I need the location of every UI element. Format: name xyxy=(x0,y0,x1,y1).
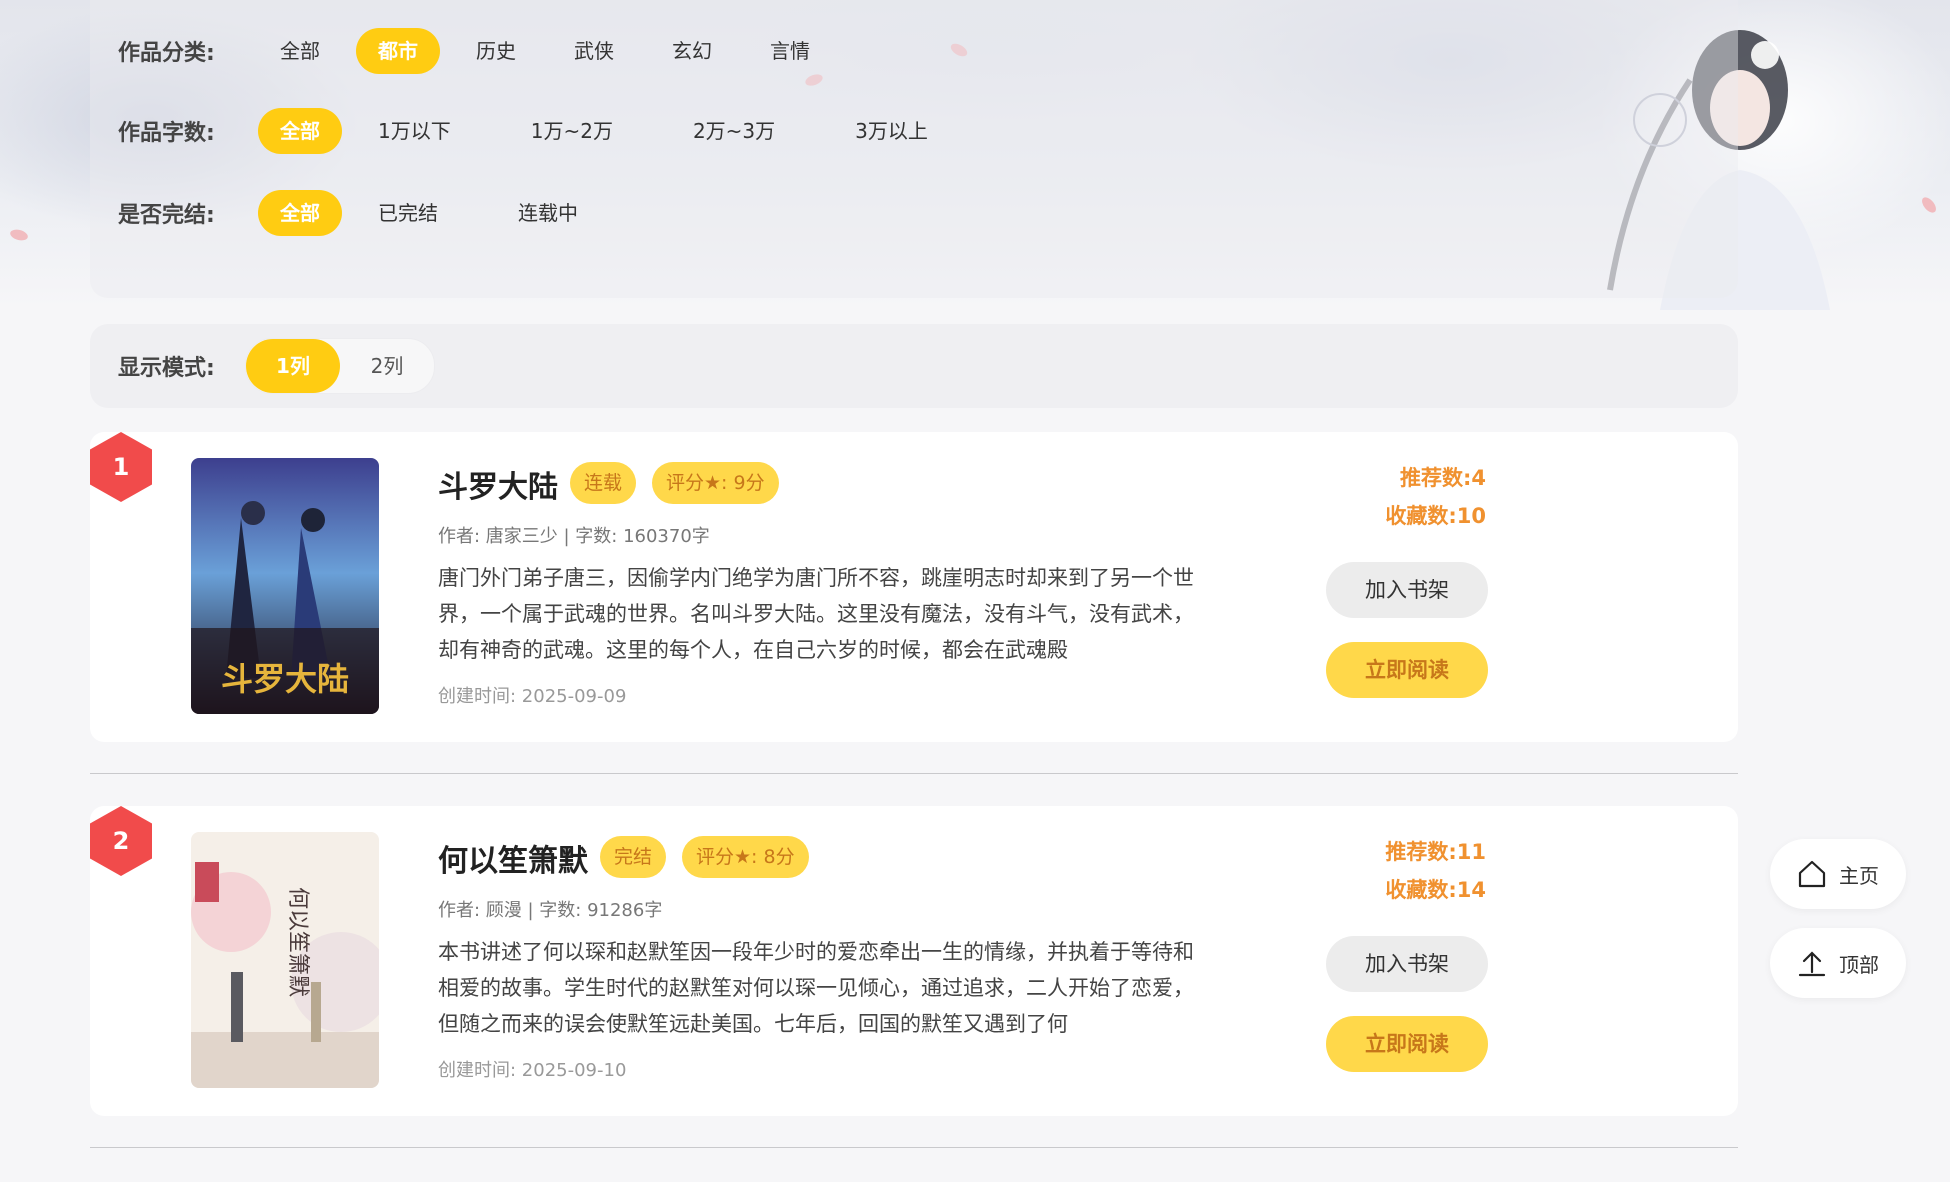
status-tag: 完结 xyxy=(600,836,667,878)
add-to-shelf-button[interactable]: 加入书架 xyxy=(1326,936,1488,992)
rank-badge: 2 xyxy=(90,806,152,876)
filter-chip-words-under-10k[interactable]: 1万以下 xyxy=(356,108,473,154)
float-home-button[interactable]: 主页 xyxy=(1770,839,1906,909)
filter-panel: 作品分类: 全部 都市 历史 武侠 玄幻 言情 作品字数: 全部 1万以下 1万… xyxy=(90,0,1738,298)
created-time: 创建时间: 2025-09-10 xyxy=(438,1060,627,1081)
filter-chip-category-history[interactable]: 历史 xyxy=(454,28,538,74)
add-to-shelf-button[interactable]: 加入书架 xyxy=(1326,562,1488,618)
filter-label-finished: 是否完结: xyxy=(118,203,215,228)
book-description: 唐门外门弟子唐三，因偷学内门绝学为唐门所不容，跳崖明志时却来到了另一个世界，一个… xyxy=(438,566,1194,662)
filter-chip-category-fantasy[interactable]: 玄幻 xyxy=(650,28,734,74)
recommend-count: 推荐数:11 xyxy=(1385,840,1486,864)
filter-chip-finished-done[interactable]: 已完结 xyxy=(356,190,460,236)
favorite-count: 收藏数:14 xyxy=(1385,878,1486,902)
book-cover-image: 斗罗大陆 xyxy=(191,458,379,714)
filter-chip-category-urban[interactable]: 都市 xyxy=(356,28,440,74)
filter-chip-category-romance[interactable]: 言情 xyxy=(748,28,832,74)
filter-row-category: 作品分类: 全部 都市 历史 武侠 玄幻 言情 xyxy=(118,28,846,74)
float-top-button[interactable]: 顶部 xyxy=(1770,928,1906,998)
book-cover-title: 斗罗大陆 xyxy=(221,661,349,697)
status-tag: 连载 xyxy=(570,462,637,504)
divider xyxy=(90,1147,1738,1148)
score-tag: 评分★: 8分 xyxy=(682,836,809,878)
home-icon xyxy=(1798,860,1826,888)
book-title[interactable]: 何以笙箫默 xyxy=(438,836,588,880)
arrow-up-icon xyxy=(1798,951,1826,977)
display-mode-toggle: 1列 2列 xyxy=(245,338,435,394)
filter-chip-finished-all[interactable]: 全部 xyxy=(258,190,342,236)
book-card[interactable]: 1 斗罗大陆 斗罗大陆 连载 评分★: 9分 作者: 唐家三少 | 字数: 16… xyxy=(90,432,1738,742)
float-home-label: 主页 xyxy=(1839,863,1879,888)
filter-chip-finished-ongoing[interactable]: 连载中 xyxy=(496,190,600,236)
book-title[interactable]: 斗罗大陆 xyxy=(438,462,558,506)
display-mode-1-column[interactable]: 1列 xyxy=(246,339,340,393)
recommend-count: 推荐数:4 xyxy=(1399,466,1486,490)
petal-decoration xyxy=(1919,194,1939,216)
filter-label-word-count: 作品字数: xyxy=(118,121,215,146)
book-cover[interactable]: 斗罗大陆 xyxy=(191,458,379,714)
display-mode-2-column[interactable]: 2列 xyxy=(340,339,434,393)
read-now-button[interactable]: 立即阅读 xyxy=(1326,642,1488,698)
book-card[interactable]: 2 何以笙箫默 何以笙箫默 完结 评分★: 8分 作者: 顾漫 | 字数: 91… xyxy=(90,806,1738,1116)
divider xyxy=(90,773,1738,774)
book-description: 本书讲述了何以琛和赵默笙因一段年少时的爱恋牵出一生的情缘，并执着于等待和相爱的故… xyxy=(438,940,1194,1036)
rank-badge: 1 xyxy=(90,432,152,502)
book-meta: 作者: 顾漫 | 字数: 91286字 xyxy=(438,900,663,921)
petal-decoration xyxy=(9,227,29,243)
filter-label-category: 作品分类: xyxy=(118,41,215,66)
book-cover[interactable]: 何以笙箫默 xyxy=(191,832,379,1088)
filter-row-word-count: 作品字数: 全部 1万以下 1万~2万 2万~3万 3万以上 xyxy=(118,108,964,154)
score-tag: 评分★: 9分 xyxy=(652,462,779,504)
book-cover-image: 何以笙箫默 xyxy=(191,832,379,1088)
read-now-button[interactable]: 立即阅读 xyxy=(1326,1016,1488,1072)
display-mode-label: 显示模式: xyxy=(118,356,215,381)
filter-row-finished: 是否完结: 全部 已完结 连载中 xyxy=(118,190,614,236)
book-meta: 作者: 唐家三少 | 字数: 160370字 xyxy=(438,526,710,547)
filter-chip-category-all[interactable]: 全部 xyxy=(258,28,342,74)
book-cover-title: 何以笙箫默 xyxy=(286,887,311,997)
filter-chip-words-10k-20k[interactable]: 1万~2万 xyxy=(509,108,635,154)
favorite-count: 收藏数:10 xyxy=(1385,504,1486,528)
filter-chip-words-20k-30k[interactable]: 2万~3万 xyxy=(671,108,797,154)
filter-chip-category-wuxia[interactable]: 武侠 xyxy=(552,28,636,74)
float-top-label: 顶部 xyxy=(1839,952,1879,977)
created-time: 创建时间: 2025-09-09 xyxy=(438,686,627,707)
display-mode-panel: 显示模式: 1列 2列 xyxy=(90,324,1738,408)
filter-chip-words-over-30k[interactable]: 3万以上 xyxy=(833,108,950,154)
filter-chip-words-all[interactable]: 全部 xyxy=(258,108,342,154)
